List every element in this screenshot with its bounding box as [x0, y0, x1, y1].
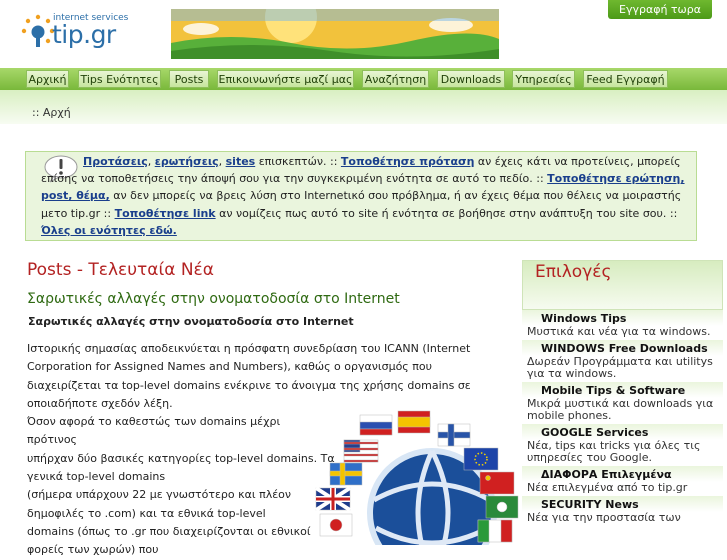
notice-text-4: αν νομίζεις πως αυτό το site ή ενότητα σ… — [215, 206, 678, 220]
link-post-proposal[interactable]: Τοποθέτησε πρόταση — [341, 155, 474, 168]
logo-text[interactable]: tip.gr — [52, 20, 116, 49]
post-line: Ιστορικής σημασίας αποδεικνύεται η πρόσφ… — [27, 342, 471, 355]
notice-text-1: επισκεπτών. :: — [255, 155, 341, 168]
post-line: γενικά top-level domains — [27, 470, 166, 484]
nav-item-contact[interactable]: Επικοινωνήστε μαζί μας — [217, 70, 354, 88]
nav-item-feed[interactable]: Feed Εγγραφή — [583, 70, 668, 88]
breadcrumb-bar — [0, 90, 727, 124]
nav-item-home[interactable]: Αρχική — [26, 70, 69, 88]
link-sites[interactable]: sites — [226, 155, 256, 168]
nav-item-downloads[interactable]: Downloads — [437, 70, 505, 88]
sidebar-link-windows-tips[interactable]: Windows Tips — [522, 310, 723, 326]
sidebar-entry: Mobile Tips & Software Μικρά μυστικά και… — [522, 382, 723, 424]
nav-item-tips[interactable]: Tips Ενότητες — [78, 70, 161, 88]
post-line: φορείς των χωρών) που — [27, 543, 159, 557]
link-proposals[interactable]: Προτάσεις — [83, 155, 148, 168]
post-line: δημοφιλές το .com) και τα εθνικά top-lev… — [27, 506, 266, 520]
sidebar-link-google[interactable]: GOOGLE Services — [522, 424, 723, 440]
main-navigation: Αρχική Tips Ενότητες Posts Επικοινωνήστε… — [0, 68, 727, 90]
sidebar-entry: Windows Tips Μυστικά και νέα για τα wind… — [522, 310, 723, 340]
sidebar-list: Windows Tips Μυστικά και νέα για τα wind… — [522, 310, 723, 526]
notice-sep: , — [218, 155, 226, 168]
post-line: υπήρχαν δύο βασικές κατηγορίες top-level… — [27, 451, 335, 465]
nav-item-posts[interactable]: Posts — [169, 70, 209, 88]
post-subtitle: Σαρωτικές αλλαγές στην ονοματοδοσία στο … — [28, 315, 354, 328]
header-banner[interactable] — [171, 9, 499, 59]
breadcrumb[interactable]: :: Αρχή — [32, 106, 71, 119]
sidebar-desc: Νέα επιλεγμένα από το tip.gr — [527, 481, 688, 494]
sidebar-link-mobile[interactable]: Mobile Tips & Software — [522, 382, 723, 398]
link-questions[interactable]: ερωτήσεις — [155, 155, 219, 168]
link-all-sections[interactable]: Όλες οι ενότητες εδώ. — [41, 224, 177, 237]
post-line: πρότινος — [27, 433, 78, 447]
register-button[interactable]: Εγγραφή τωρα — [608, 0, 712, 19]
sidebar-entry: GOOGLE Services Νέα, tips και tricks για… — [522, 424, 723, 466]
post-line: domains (όπως το .gr που διαχειρίζονται … — [27, 524, 311, 538]
post-line: Όσον αφορά το καθεστώς των domains μέχρι — [27, 415, 281, 429]
nav-item-services[interactable]: Υπηρεσίες — [512, 70, 575, 88]
nav-item-search[interactable]: Αναζήτηση — [362, 70, 429, 88]
link-post-link[interactable]: Τοποθέτησε link — [115, 207, 216, 220]
post-body: Ιστορικής σημασίας αποδεικνύεται η πρόσφ… — [27, 340, 471, 560]
post-line: διαχειρίζεται τα top-level domains ενέκρ… — [27, 378, 471, 392]
post-title-link[interactable]: Σαρωτικές αλλαγές στην ονοματοδοσία στο … — [27, 291, 400, 307]
posts-heading: Posts - Τελευταία Νέα — [27, 260, 214, 280]
sidebar-desc: Μικρά μυστικά και downloads για mobile p… — [527, 397, 714, 422]
sidebar-desc: Μυστικά και νέα για τα windows. — [527, 325, 711, 338]
sidebar-entry: WINDOWS Free Downloads Δωρεάν Προγράμματ… — [522, 340, 723, 382]
sidebar-desc: Νέα, tips και tricks για όλες τις υπηρεσ… — [527, 439, 701, 464]
sidebar-desc: Νέα για την προστασία των — [527, 511, 681, 524]
post-line: οποιαδήποτε σχεδόν λέξη. — [27, 396, 173, 410]
sidebar-link-windows-downloads[interactable]: WINDOWS Free Downloads — [522, 340, 723, 356]
sidebar-entry: ΔΙΑΦΟΡΑ Επιλεγμένα Νέα επιλεγμένα από το… — [522, 466, 723, 496]
post-line: Corporation for Assigned Names and Numbe… — [27, 360, 432, 374]
sidebar-link-misc[interactable]: ΔΙΑΦΟΡΑ Επιλεγμένα — [522, 466, 723, 482]
sidebar-desc: Δωρεάν Προγράμματα και utilitys για τα w… — [527, 355, 713, 380]
sidebar-title: Επιλογές — [535, 262, 612, 282]
post-line: (σήμερα υπάρχουν 22 με γνωστότερο και πλ… — [27, 488, 292, 502]
globe-flags-image — [314, 408, 520, 560]
notice-sep: , — [147, 155, 155, 168]
notice-text: Προτάσεις, ερωτήσεις, sites επισκεπτών. … — [41, 153, 686, 239]
sidebar-link-security[interactable]: SECURITY News — [522, 496, 723, 512]
sidebar-entry: SECURITY News Νέα για την προστασία των — [522, 496, 723, 526]
